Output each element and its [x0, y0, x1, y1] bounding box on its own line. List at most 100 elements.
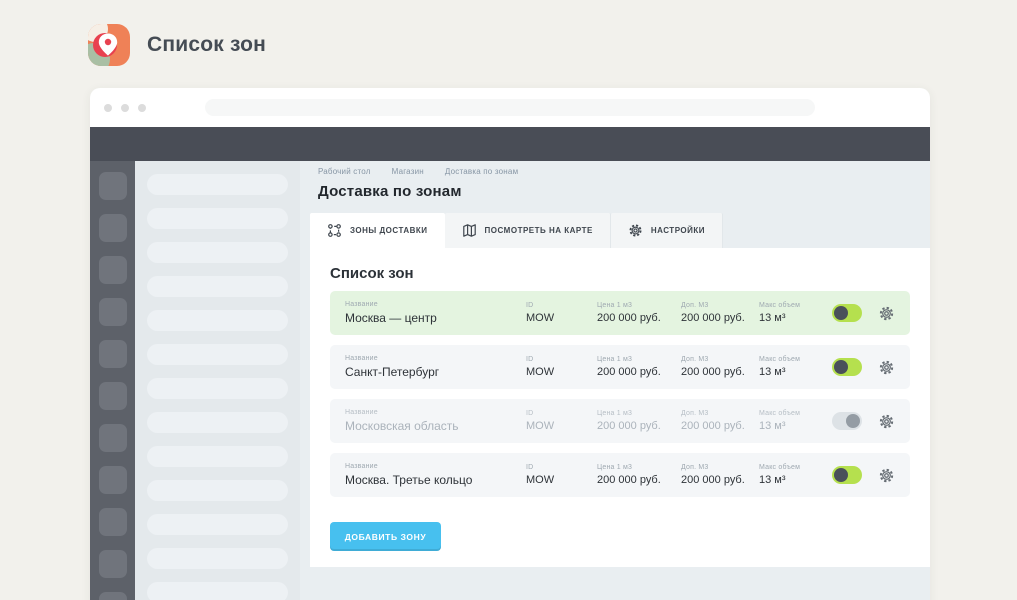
- column-label-max-volume: Макс объем: [759, 302, 832, 309]
- column-label-price: Цена 1 м3: [597, 410, 681, 417]
- rail-placeholder-icon: [99, 424, 127, 452]
- zone-list-title: Список зон: [330, 248, 910, 282]
- zone-max-volume-cell: Макс объем 13 м³: [759, 410, 832, 432]
- page-header: Список зон: [88, 24, 266, 66]
- column-label-name: Название: [345, 409, 526, 416]
- zone-toggle[interactable]: [832, 412, 862, 430]
- zone-name: Санкт-Петербург: [345, 365, 526, 379]
- tab-settings[interactable]: НАСТРОЙКИ: [611, 213, 723, 248]
- zone-extra-cell: Доп. М3 200 000 руб.: [681, 464, 759, 486]
- window-dot-icon: [104, 104, 112, 112]
- rail-placeholder-icon: [99, 214, 127, 242]
- breadcrumb-item-shop[interactable]: Магазин: [392, 167, 424, 176]
- zone-max-volume-cell: Макс объем 13 м³: [759, 302, 832, 324]
- zone-price: 200 000 руб.: [597, 312, 681, 324]
- zone-max-volume: 13 м³: [759, 312, 832, 324]
- browser-chrome: [90, 88, 930, 127]
- zone-name: Московская область: [345, 419, 526, 433]
- zone-name: Москва — центр: [345, 311, 526, 325]
- browser-window: Рабочий стол Магазин Доставка по зонам Д…: [90, 88, 930, 600]
- breadcrumb-item-desktop[interactable]: Рабочий стол: [318, 167, 371, 176]
- toggle-knob-icon: [834, 360, 848, 374]
- rail-placeholder-icon: [99, 592, 127, 600]
- rail-placeholder-icon: [99, 340, 127, 368]
- zone-row: Название Санкт-Петербург ID MOW Цена 1 м…: [330, 345, 910, 389]
- zone-id: MOW: [526, 420, 597, 432]
- zone-row: Название Московская область ID MOW Цена …: [330, 399, 910, 443]
- tab-label: ЗОНЫ ДОСТАВКИ: [350, 226, 428, 235]
- rail-placeholder-icon: [99, 382, 127, 410]
- column-label-extra: Доп. М3: [681, 410, 759, 417]
- zone-row: Название Москва — центр ID MOW Цена 1 м3…: [330, 291, 910, 335]
- menu-placeholder-item: [147, 514, 288, 535]
- column-label-extra: Доп. М3: [681, 356, 759, 363]
- rail-placeholder-icon: [99, 172, 127, 200]
- zone-extra: 200 000 руб.: [681, 312, 759, 324]
- tab-delivery-zones[interactable]: ЗОНЫ ДОСТАВКИ: [310, 213, 445, 248]
- column-label-price: Цена 1 м3: [597, 464, 681, 471]
- zone-id-cell: ID MOW: [526, 410, 597, 432]
- zone-extra-cell: Доп. М3 200 000 руб.: [681, 410, 759, 432]
- zone-settings-gear-icon[interactable]: [878, 305, 895, 322]
- zone-price: 200 000 руб.: [597, 420, 681, 432]
- zone-toggle[interactable]: [832, 466, 862, 484]
- column-label-id: ID: [526, 356, 597, 363]
- zone-price: 200 000 руб.: [597, 474, 681, 486]
- zone-max-volume-cell: Макс объем 13 м³: [759, 464, 832, 486]
- add-zone-button[interactable]: ДОБАВИТЬ ЗОНУ: [330, 522, 441, 551]
- zone-settings-gear-icon[interactable]: [878, 359, 895, 376]
- rail-placeholder-icon: [99, 550, 127, 578]
- zone-settings-gear-icon[interactable]: [878, 467, 895, 484]
- zone-max-volume: 13 м³: [759, 474, 832, 486]
- column-label-name: Название: [345, 355, 526, 362]
- column-label-name: Название: [345, 463, 526, 470]
- zone-id-cell: ID MOW: [526, 464, 597, 486]
- column-label-price: Цена 1 м3: [597, 302, 681, 309]
- column-label-max-volume: Макс объем: [759, 410, 832, 417]
- menu-placeholder-item: [147, 378, 288, 399]
- zone-extra-cell: Доп. М3 200 000 руб.: [681, 356, 759, 378]
- zone-name-cell: Название Московская область: [345, 409, 526, 433]
- zone-extra: 200 000 руб.: [681, 420, 759, 432]
- menu-placeholder-item: [147, 344, 288, 365]
- column-label-extra: Доп. М3: [681, 302, 759, 309]
- section-heading: Доставка по зонам: [318, 183, 930, 200]
- menu-placeholder-item: [147, 276, 288, 297]
- breadcrumb-item-zone-delivery[interactable]: Доставка по зонам: [445, 167, 518, 176]
- menu-placeholder-item: [147, 174, 288, 195]
- map-icon: [462, 223, 477, 238]
- column-label-price: Цена 1 м3: [597, 356, 681, 363]
- app-top-bar: [90, 127, 930, 161]
- menu-placeholder-item: [147, 242, 288, 263]
- window-dot-icon: [138, 104, 146, 112]
- zone-price-cell: Цена 1 м3 200 000 руб.: [597, 356, 681, 378]
- column-label-max-volume: Макс объем: [759, 356, 832, 363]
- menu-placeholder-item: [147, 310, 288, 331]
- window-dot-icon: [121, 104, 129, 112]
- column-label-max-volume: Макс объем: [759, 464, 832, 471]
- main-content: Рабочий стол Магазин Доставка по зонам Д…: [300, 161, 930, 600]
- zone-extra-cell: Доп. М3 200 000 руб.: [681, 302, 759, 324]
- tab-view-on-map[interactable]: ПОСМОТРЕТЬ НА КАРТЕ: [445, 213, 611, 248]
- zone-icon: [327, 223, 342, 238]
- tab-bar: ЗОНЫ ДОСТАВКИ ПОСМОТРЕТЬ НА КАРТЕ: [310, 213, 930, 248]
- menu-placeholder-item: [147, 446, 288, 467]
- column-label-name: Название: [345, 301, 526, 308]
- zone-price: 200 000 руб.: [597, 366, 681, 378]
- zone-toggle[interactable]: [832, 304, 862, 322]
- zone-settings-gear-icon[interactable]: [878, 413, 895, 430]
- zone-toggle[interactable]: [832, 358, 862, 376]
- zone-max-volume: 13 м³: [759, 420, 832, 432]
- sidebar-menu: [135, 161, 300, 600]
- zone-price-cell: Цена 1 м3 200 000 руб.: [597, 464, 681, 486]
- rail-placeholder-icon: [99, 508, 127, 536]
- app-logo-icon: [88, 24, 130, 66]
- icon-rail: [90, 161, 135, 600]
- zone-id-cell: ID MOW: [526, 356, 597, 378]
- address-bar[interactable]: [205, 99, 815, 116]
- page-title: Список зон: [147, 33, 266, 57]
- zone-price-cell: Цена 1 м3 200 000 руб.: [597, 302, 681, 324]
- rail-placeholder-icon: [99, 466, 127, 494]
- tab-label: НАСТРОЙКИ: [651, 226, 705, 235]
- tab-label: ПОСМОТРЕТЬ НА КАРТЕ: [485, 226, 593, 235]
